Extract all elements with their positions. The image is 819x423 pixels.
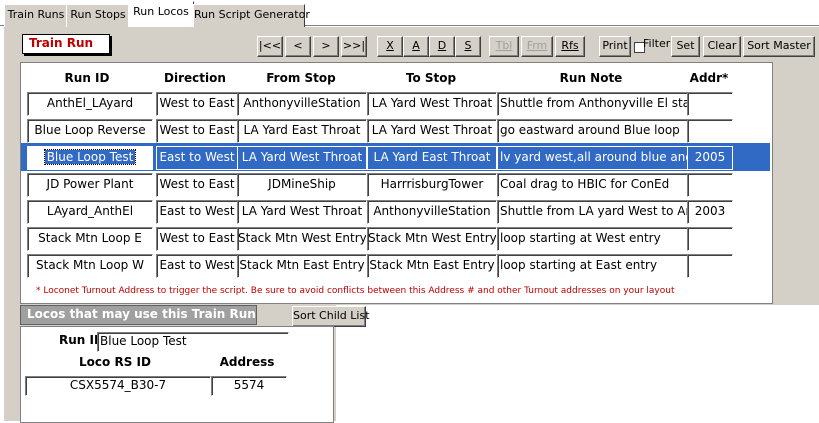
- refresh-label: Rfs: [561, 39, 579, 52]
- run-note-cell[interactable]: Coal drag to HBIC for ConEd: [497, 173, 689, 197]
- set-button[interactable]: Set: [671, 36, 700, 57]
- delete-label: X: [386, 39, 394, 52]
- sort-master-button[interactable]: Sort Master: [743, 36, 815, 57]
- from-stop-cell[interactable]: Stack Mtn West Entry: [237, 227, 367, 251]
- table-view-button[interactable]: Tbl: [489, 36, 519, 57]
- last-record-button[interactable]: >>|: [341, 36, 367, 57]
- sort-child-list-button[interactable]: Sort Child List: [292, 306, 370, 327]
- clear-button[interactable]: Clear: [703, 36, 741, 57]
- from-stop-cell[interactable]: AnthonyvilleStation: [237, 92, 367, 116]
- locos-section-title: Locos that may use this Train Run: [20, 305, 257, 325]
- header-from-stop: From Stop: [266, 71, 336, 85]
- form-view-label: Frm: [526, 39, 548, 52]
- loco-rs-id-header: Loco RS ID: [79, 355, 151, 369]
- delete-button[interactable]: X: [377, 36, 403, 57]
- tab-train-runs[interactable]: Train Runs: [4, 4, 68, 27]
- address-footnote: * Loconet Turnout Address to trigger the…: [36, 286, 675, 296]
- to-stop-cell[interactable]: AnthonyvilleStation: [367, 200, 497, 224]
- from-stop-cell[interactable]: Stack Mtn East Entry: [237, 254, 367, 278]
- to-stop-cell[interactable]: LA Yard East Throat: [367, 146, 497, 170]
- run-id-cell[interactable]: Blue Loop Test: [27, 146, 153, 170]
- empty-area: [336, 305, 819, 421]
- run-id-cell[interactable]: JD Power Plant: [27, 173, 153, 197]
- run-id-cell[interactable]: AnthEl_LAyard: [27, 92, 153, 116]
- to-stop-cell[interactable]: Stack Mtn East Entry: [367, 254, 497, 278]
- addr-cell[interactable]: 2003: [687, 200, 733, 224]
- to-stop-cell[interactable]: HarrrisburgTower: [367, 173, 497, 197]
- run-id-cell[interactable]: LAyard_AnthEl: [27, 200, 153, 224]
- run-note-cell[interactable]: loop starting at East entry: [497, 254, 689, 278]
- header-addr: Addr*: [689, 71, 729, 85]
- direction-cell[interactable]: East to West: [156, 200, 238, 224]
- tab-run-script-generator[interactable]: Run Script Generator: [193, 4, 310, 27]
- run-id-cell[interactable]: Stack Mtn Loop W: [27, 254, 153, 278]
- table-view-label: Tbl: [495, 39, 513, 52]
- to-stop-cell[interactable]: Stack Mtn West Entry: [367, 227, 497, 251]
- addr-cell[interactable]: [687, 119, 733, 143]
- run-note-cell[interactable]: Shuttle from Anthonyville El stat: [497, 92, 689, 116]
- form-view-button[interactable]: Frm: [521, 36, 553, 57]
- address-header: Address: [219, 355, 275, 369]
- direction-cell[interactable]: West to East: [156, 92, 238, 116]
- addr-cell[interactable]: [687, 173, 733, 197]
- addr-cell[interactable]: [687, 92, 733, 116]
- from-stop-cell[interactable]: JDMineShip: [237, 173, 367, 197]
- run-id-cell[interactable]: Stack Mtn Loop E: [27, 227, 153, 251]
- header-run-note: Run Note: [559, 71, 623, 85]
- direction-cell[interactable]: East to West: [156, 254, 238, 278]
- run-id-field[interactable]: Blue Loop Test: [97, 332, 289, 352]
- run-note-cell[interactable]: go eastward around Blue loop: [497, 119, 689, 143]
- run-id-cell[interactable]: Blue Loop Reverse: [27, 119, 153, 143]
- addr-cell[interactable]: [687, 254, 733, 278]
- next-record-button[interactable]: >: [313, 36, 339, 57]
- from-stop-cell[interactable]: LA Yard West Throat: [237, 146, 367, 170]
- header-direction: Direction: [164, 71, 226, 85]
- add-button[interactable]: A: [403, 36, 429, 57]
- from-stop-cell[interactable]: LA Yard East Throat: [237, 119, 367, 143]
- run-note-cell[interactable]: lv yard west,all around blue and: [497, 146, 689, 170]
- train-run-grid: Run ID Direction From Stop To Stop Run N…: [20, 62, 773, 304]
- save-label: S: [464, 39, 472, 52]
- run-note-cell[interactable]: loop starting at West entry: [497, 227, 689, 251]
- header-to-stop: To Stop: [405, 71, 457, 85]
- locos-subform: Run ID Blue Loop Test Loco RS ID Address…: [20, 326, 334, 423]
- to-stop-cell[interactable]: LA Yard West Throat: [367, 92, 497, 116]
- from-stop-cell[interactable]: LA Yard West Throat: [237, 200, 367, 224]
- direction-cell[interactable]: West to East: [156, 227, 238, 251]
- direction-cell[interactable]: West to East: [156, 119, 238, 143]
- to-stop-cell[interactable]: LA Yard West Throat: [367, 119, 497, 143]
- loco-address-cell[interactable]: 5574: [211, 376, 287, 396]
- previous-record-button[interactable]: <: [285, 36, 311, 57]
- section-title: Train Run: [22, 34, 110, 54]
- loco-rs-id-cell[interactable]: CSX5574_B30-7: [25, 376, 211, 396]
- run-note-cell[interactable]: Shuttle from LA yard West to Ar: [497, 200, 689, 224]
- tab-bar: Train Runs Run Stops Run Locos Run Scrip…: [0, 0, 819, 28]
- header-run-id: Run ID: [64, 71, 110, 85]
- first-record-button[interactable]: |<<: [257, 36, 283, 57]
- direction-cell[interactable]: West to East: [156, 173, 238, 197]
- addr-cell[interactable]: 2005: [687, 146, 733, 170]
- addr-cell[interactable]: [687, 227, 733, 251]
- save-button[interactable]: S: [455, 36, 481, 57]
- add-label: A: [412, 39, 420, 52]
- run-id-cell-text: Blue Loop Test: [43, 149, 137, 165]
- tab-run-stops[interactable]: Run Stops: [66, 4, 130, 27]
- direction-cell[interactable]: East to West: [156, 146, 238, 170]
- refresh-button[interactable]: Rfs: [555, 36, 585, 57]
- tab-run-locos[interactable]: Run Locos: [128, 1, 194, 28]
- filter-label: Filter: [643, 37, 671, 50]
- duplicate-label: D: [437, 39, 447, 52]
- print-button[interactable]: Print: [599, 36, 631, 57]
- duplicate-button[interactable]: D: [429, 36, 455, 57]
